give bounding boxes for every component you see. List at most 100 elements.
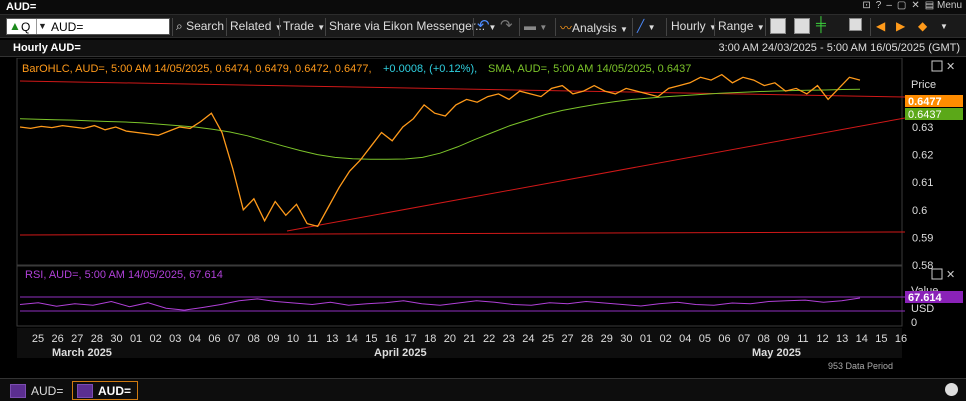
data-period-note: 953 Data Period: [828, 361, 893, 371]
analysis-label: Analysis: [572, 21, 617, 35]
multi-chart-icon[interactable]: [794, 18, 810, 34]
restore-icon[interactable]: ▢: [897, 0, 906, 11]
x-tick-label: 03: [169, 333, 181, 345]
redo-icon[interactable]: ↷: [500, 16, 513, 34]
x-tick-label: 27: [561, 333, 573, 345]
month-label-april: April 2025: [374, 347, 427, 359]
x-tick-label: 26: [51, 333, 63, 345]
related-button[interactable]: Related ▼: [230, 19, 283, 33]
x-tick-label: 12: [816, 333, 828, 345]
price-y-tick: 0.63: [912, 122, 933, 134]
minimize-icon[interactable]: –: [886, 0, 892, 11]
analysis-icon: 〰: [560, 21, 573, 35]
x-tick-label: 04: [679, 333, 691, 345]
trade-button[interactable]: Trade ▼: [283, 19, 325, 33]
draw-tool-icon[interactable]: ╱ ▼: [637, 19, 655, 33]
x-tick-label: 23: [503, 333, 515, 345]
x-tick-label: 29: [601, 333, 613, 345]
x-tick-label: 18: [424, 333, 436, 345]
pin-icon[interactable]: ⊡: [862, 0, 870, 11]
help-icon[interactable]: ?: [876, 0, 882, 11]
rsi-y-tick: 0: [911, 317, 917, 329]
tab-aud-2[interactable]: AUD=: [72, 381, 139, 400]
x-tick-label: 02: [150, 333, 162, 345]
x-tick-label: 11: [797, 333, 808, 345]
share-button[interactable]: Share via Eikon Messenger... ▼: [329, 19, 496, 33]
grid-icon[interactable]: [849, 18, 862, 31]
chevron-down-icon: ▼: [756, 23, 765, 32]
x-tick-label: 07: [738, 333, 750, 345]
menu-label: Menu: [936, 0, 962, 11]
x-tick-label: 16: [385, 333, 397, 345]
price-legend-sma: SMA, AUD=, 5:00 AM 14/05/2025, 0.6437: [488, 63, 691, 75]
arrow-up-icon[interactable]: ▲: [9, 19, 21, 33]
trade-label: Trade: [283, 19, 314, 33]
x-tick-label: 09: [777, 333, 789, 345]
x-tick-label: 07: [228, 333, 240, 345]
chart-tab-icon: [77, 383, 93, 398]
x-tick-label: 11: [307, 333, 318, 345]
ric-input[interactable]: [49, 19, 167, 34]
search-label: Search: [186, 19, 225, 33]
undo-icon[interactable]: ↶: [477, 16, 490, 34]
x-tick-label: 15: [365, 333, 377, 345]
line-chart-icon[interactable]: [770, 18, 786, 34]
interval-select[interactable]: Hourly ▼: [671, 19, 717, 33]
price-y-tick: 0.61: [912, 177, 933, 189]
date-range: 3:00 AM 24/03/2025 - 5:00 AM 16/05/2025 …: [718, 42, 960, 54]
price-y-tick: 0.62: [912, 150, 933, 162]
q-label: Q: [21, 20, 31, 34]
rsi-panel-close-icon[interactable]: ✕: [946, 269, 955, 281]
analysis-button[interactable]: 〰Analysis ▼: [560, 19, 628, 36]
sma-price-label: 0.6437: [908, 109, 942, 121]
interval-label: Hourly: [671, 19, 706, 33]
watermark-logo-icon: [945, 383, 958, 396]
x-tick-label: 25: [542, 333, 554, 345]
tab-label: AUD=: [98, 383, 132, 398]
x-tick-label: 05: [699, 333, 711, 345]
crosshair-icon[interactable]: ╪: [816, 16, 826, 32]
range-select[interactable]: Range ▼: [718, 19, 765, 33]
chevron-down-icon: ▼: [488, 23, 497, 32]
share-label: Share via Eikon Messenger...: [329, 19, 486, 33]
range-label: Range: [718, 19, 754, 33]
zoom-icon[interactable]: ◆: [918, 19, 927, 33]
scroll-right-icon[interactable]: ▶: [896, 19, 905, 33]
chart-area[interactable]: BarOHLC, AUD=, 5:00 AM 14/05/2025, 0.647…: [0, 58, 966, 378]
tab-aud-1[interactable]: AUD=: [6, 381, 69, 400]
last-price-label: 0.6477: [908, 96, 942, 108]
chart-title: Hourly AUD=: [13, 42, 81, 54]
month-label-march: March 2025: [52, 347, 112, 359]
menu-button[interactable]: ▤ Menu: [925, 0, 962, 11]
x-tick-label: 01: [640, 333, 652, 345]
window-titlebar: AUD= ⊡ ? – ▢ ✕ ▤ Menu: [0, 0, 966, 14]
chevron-down-icon: ▼: [620, 25, 628, 34]
scroll-left-icon[interactable]: ◀: [876, 19, 885, 33]
x-tick-label: 08: [248, 333, 260, 345]
price-y-tick: 0.58: [912, 260, 933, 272]
x-tick-label: 04: [189, 333, 201, 345]
search-button[interactable]: ⌕ Search: [176, 19, 224, 34]
x-tick-label: 21: [463, 333, 475, 345]
price-y-tick: 0.59: [912, 232, 933, 244]
folder-icon[interactable]: ▬ ▼: [524, 19, 547, 33]
x-tick-label: 27: [71, 333, 83, 345]
chart-tab-icon: [10, 383, 26, 398]
x-tick-label: 13: [326, 333, 338, 345]
rsi-axis-unit: USD: [911, 303, 934, 315]
window-title: AUD=: [6, 1, 37, 13]
toolbar: ▲ Q ▼ ⌕ Search Related ▼ Trade ▼ Share v…: [0, 14, 966, 38]
x-tick-label: 22: [483, 333, 495, 345]
close-icon[interactable]: ✕: [911, 0, 919, 11]
ric-box: ▲ Q ▼: [6, 18, 170, 35]
x-tick-label: 09: [267, 333, 279, 345]
ric-dropdown-icon[interactable]: ▼: [36, 19, 48, 34]
price-panel-close-icon[interactable]: ✕: [946, 61, 955, 73]
bottom-tab-bar: AUD= AUD=: [0, 378, 966, 401]
x-tick-label: 01: [130, 333, 142, 345]
search-icon: ⌕: [176, 19, 183, 33]
more-icon[interactable]: ▼: [940, 22, 948, 31]
tab-label: AUD=: [31, 383, 64, 398]
rsi-legend: RSI, AUD=, 5:00 AM 14/05/2025, 67.614: [25, 269, 223, 281]
x-tick-label: 24: [522, 333, 534, 345]
